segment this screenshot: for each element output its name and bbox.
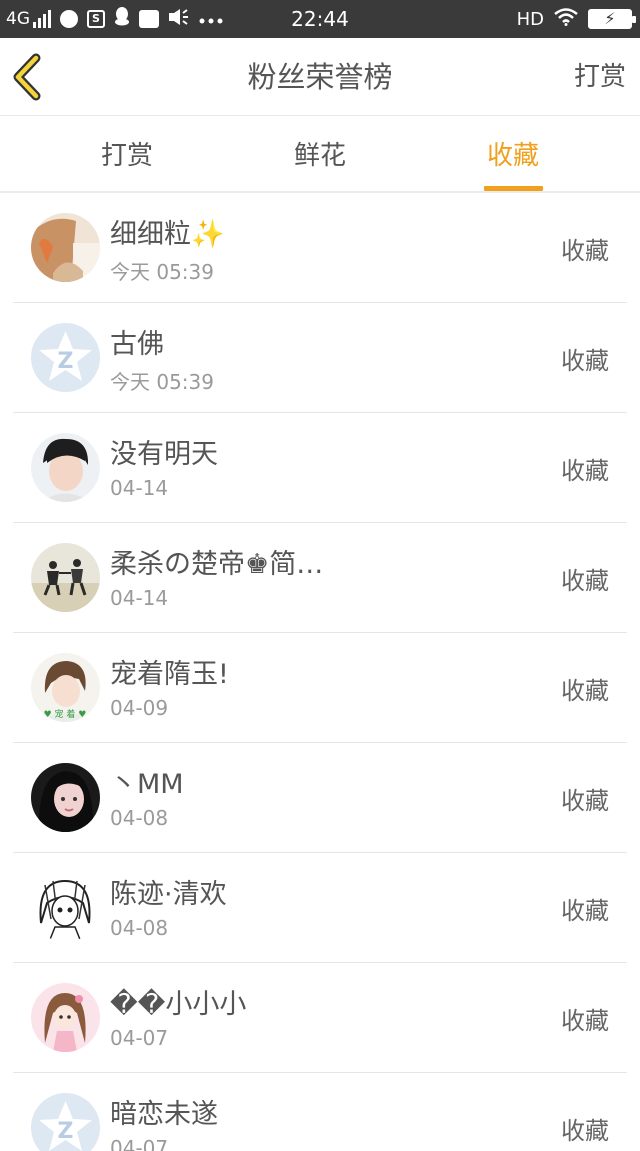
fan-time: 04-14 bbox=[110, 476, 169, 500]
avatar[interactable] bbox=[31, 873, 100, 942]
list-item[interactable]: 没有明天 04-14 收藏 bbox=[0, 413, 640, 523]
avatar[interactable] bbox=[31, 543, 100, 612]
status-right-icons: HD ⚡ bbox=[516, 0, 636, 38]
list-item[interactable]: Z 古佛 今天 05:39 收藏 bbox=[0, 303, 640, 413]
list-item[interactable]: 陈迹·清欢 04-08 收藏 bbox=[0, 853, 640, 963]
list-item[interactable]: ��小小小 04-07 收藏 bbox=[0, 963, 640, 1073]
charging-bolt-icon: ⚡ bbox=[604, 9, 616, 28]
fan-list: 细细粒✨ 今天 05:39 收藏 Z 古佛 今天 05:39 收藏 没有明天 0… bbox=[0, 193, 640, 1151]
fan-time: 今天 05:39 bbox=[110, 370, 214, 394]
active-tab-indicator bbox=[484, 186, 543, 191]
title-bar: 粉丝荣誉榜 打赏 bbox=[0, 38, 640, 116]
avatar[interactable]: ♥ 宠 着 ♥ bbox=[31, 653, 100, 722]
fan-action-label: 收藏 bbox=[561, 457, 609, 485]
fan-time: 04-07 bbox=[110, 1136, 169, 1151]
fan-action-label: 收藏 bbox=[561, 1007, 609, 1035]
list-item[interactable]: ♥ 宠 着 ♥ 宠着隋玉! 04-09 收藏 bbox=[0, 633, 640, 743]
fan-name: 古佛 bbox=[110, 329, 164, 360]
tab-favorites[interactable]: 收藏 bbox=[463, 117, 563, 193]
fan-time: 04-14 bbox=[110, 586, 169, 610]
fan-time: 今天 05:39 bbox=[110, 260, 214, 284]
fan-name: 陈迹·清欢 bbox=[110, 879, 227, 910]
svg-text:Z: Z bbox=[58, 1119, 74, 1144]
battery-icon: ⚡ bbox=[588, 9, 636, 29]
fan-time: 04-08 bbox=[110, 916, 169, 940]
svg-text:Z: Z bbox=[58, 349, 74, 374]
avatar[interactable] bbox=[31, 433, 100, 502]
fan-action-label: 收藏 bbox=[561, 677, 609, 705]
list-item[interactable]: 细细粒✨ 今天 05:39 收藏 bbox=[0, 193, 640, 303]
tab-reward[interactable]: 打赏 bbox=[77, 117, 177, 193]
status-bar: 4G S 22:44 HD ⚡ bbox=[0, 0, 640, 38]
page-title: 粉丝荣誉榜 bbox=[247, 60, 393, 94]
fan-name: 暗恋未遂 bbox=[110, 1099, 218, 1130]
fan-action-label: 收藏 bbox=[561, 567, 609, 595]
fan-time: 04-09 bbox=[110, 696, 169, 720]
fan-name: 宠着隋玉! bbox=[110, 659, 229, 690]
fan-name: 细细粒✨ bbox=[110, 219, 225, 250]
list-item[interactable]: 柔杀の楚帝♚简… 04-14 收藏 bbox=[0, 523, 640, 633]
wifi-icon bbox=[554, 7, 578, 31]
avatar[interactable] bbox=[31, 213, 100, 282]
fan-name: 没有明天 bbox=[110, 439, 218, 470]
fan-time: 04-08 bbox=[110, 806, 169, 830]
fan-action-label: 收藏 bbox=[561, 1117, 609, 1145]
avatar[interactable]: Z bbox=[31, 323, 100, 392]
fan-action-label: 收藏 bbox=[561, 787, 609, 815]
fan-name: ��小小小 bbox=[110, 989, 247, 1020]
fan-action-label: 收藏 bbox=[561, 897, 609, 925]
svg-text:♥ 宠 着 ♥: ♥ 宠 着 ♥ bbox=[44, 708, 87, 720]
reward-button[interactable]: 打赏 bbox=[574, 38, 626, 116]
fan-name: 丶MM bbox=[110, 769, 184, 800]
fan-time: 04-07 bbox=[110, 1026, 169, 1050]
list-item[interactable]: Z 暗恋未遂 04-07 收藏 bbox=[0, 1073, 640, 1151]
fan-name: 柔杀の楚帝♚简… bbox=[110, 549, 324, 580]
list-item[interactable]: 丶MM 04-08 收藏 bbox=[0, 743, 640, 853]
hd-label: HD bbox=[516, 8, 544, 30]
tab-flowers[interactable]: 鲜花 bbox=[270, 117, 370, 193]
tab-bar: 打赏 鲜花 收藏 bbox=[0, 117, 640, 193]
avatar[interactable] bbox=[31, 763, 100, 832]
avatar[interactable] bbox=[31, 983, 100, 1052]
fan-action-label: 收藏 bbox=[561, 347, 609, 375]
fan-action-label: 收藏 bbox=[561, 237, 609, 265]
avatar[interactable]: Z bbox=[31, 1093, 100, 1151]
